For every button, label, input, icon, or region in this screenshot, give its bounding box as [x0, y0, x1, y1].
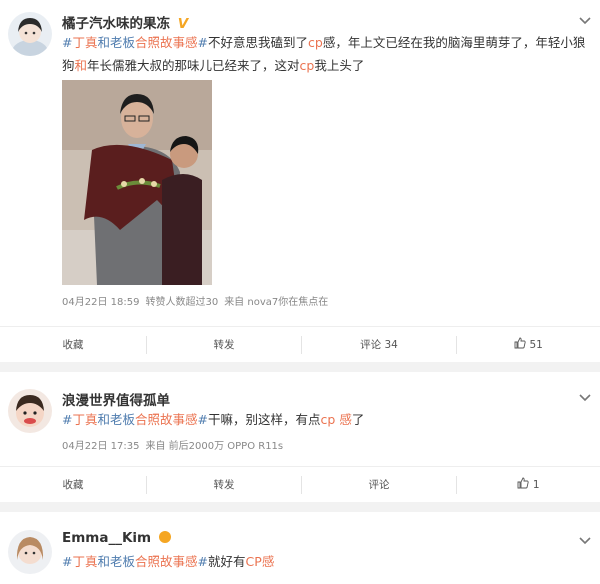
post-meta: 04月22日 18:59 转赞人数超过30 来自 nova7你在焦点在	[62, 293, 334, 308]
post-text: #丁真和老板合照故事感#就好有CP感	[62, 554, 275, 569]
post-card: 浪漫世界值得孤单 #丁真和老板合照故事感#干嘛，别这样，有点cp 感了 04月2…	[0, 372, 600, 503]
post-date[interactable]: 04月22日 17:35	[62, 441, 139, 452]
comment-button[interactable]: 评论 34	[302, 327, 456, 363]
post-source: 来自 nova7你在焦点在	[224, 297, 329, 308]
divider	[0, 502, 600, 512]
action-bar: 收藏 转发 评论 1	[0, 466, 600, 503]
hashtag-link[interactable]: #丁真和老板合照故事感#	[62, 554, 208, 569]
chevron-down-icon[interactable]	[578, 391, 592, 405]
repost-button[interactable]: 转发	[147, 467, 301, 503]
post-extra: 转赞人数超过30	[145, 297, 219, 308]
chevron-down-icon[interactable]	[578, 14, 592, 28]
chevron-down-icon[interactable]	[578, 534, 592, 548]
verified-badge-icon: V	[177, 16, 189, 32]
user-name[interactable]: 橘子汽水味的果冻 V	[62, 12, 188, 32]
post-meta: 04月22日 17:35 来自 前后2000万 OPPO R11s	[62, 437, 289, 452]
divider	[0, 362, 600, 372]
like-button[interactable]: 1	[457, 467, 600, 503]
action-bar: 收藏 转发 评论 34 51	[0, 326, 600, 363]
hashtag-link[interactable]: #丁真和老板合照故事感#	[62, 412, 208, 427]
post-text: #丁真和老板合照故事感#不好意思我磕到了cp感，年上文已经在我的脑海里萌芽了，年…	[62, 35, 586, 73]
favorite-button[interactable]: 收藏	[0, 327, 146, 363]
post-source: 来自 前后2000万 OPPO R11s	[145, 441, 284, 452]
post-card: Emma__Kim #丁真和老板合照故事感#就好有CP感	[0, 512, 600, 584]
like-button[interactable]: 51	[457, 327, 600, 363]
comment-button[interactable]: 评论	[302, 467, 456, 503]
post-card: 橘子汽水味的果冻 V #丁真和老板合照故事感#不好意思我磕到了cp感，年上文已经…	[0, 0, 600, 363]
thumbs-up-icon	[514, 337, 526, 349]
thumbs-up-icon	[518, 477, 530, 489]
avatar[interactable]	[8, 389, 52, 433]
vip-crown-icon	[158, 531, 171, 543]
repost-button[interactable]: 转发	[147, 327, 301, 363]
avatar[interactable]	[8, 12, 52, 56]
post-date[interactable]: 04月22日 18:59	[62, 297, 139, 308]
favorite-button[interactable]: 收藏	[0, 467, 146, 503]
user-name[interactable]: Emma__Kim	[62, 530, 171, 546]
post-text: #丁真和老板合照故事感#干嘛，别这样，有点cp 感了	[62, 412, 365, 427]
post-photo[interactable]	[62, 80, 212, 285]
hashtag-link[interactable]: #丁真和老板合照故事感#	[62, 35, 208, 50]
user-name[interactable]: 浪漫世界值得孤单	[62, 389, 170, 409]
avatar[interactable]	[8, 530, 52, 574]
